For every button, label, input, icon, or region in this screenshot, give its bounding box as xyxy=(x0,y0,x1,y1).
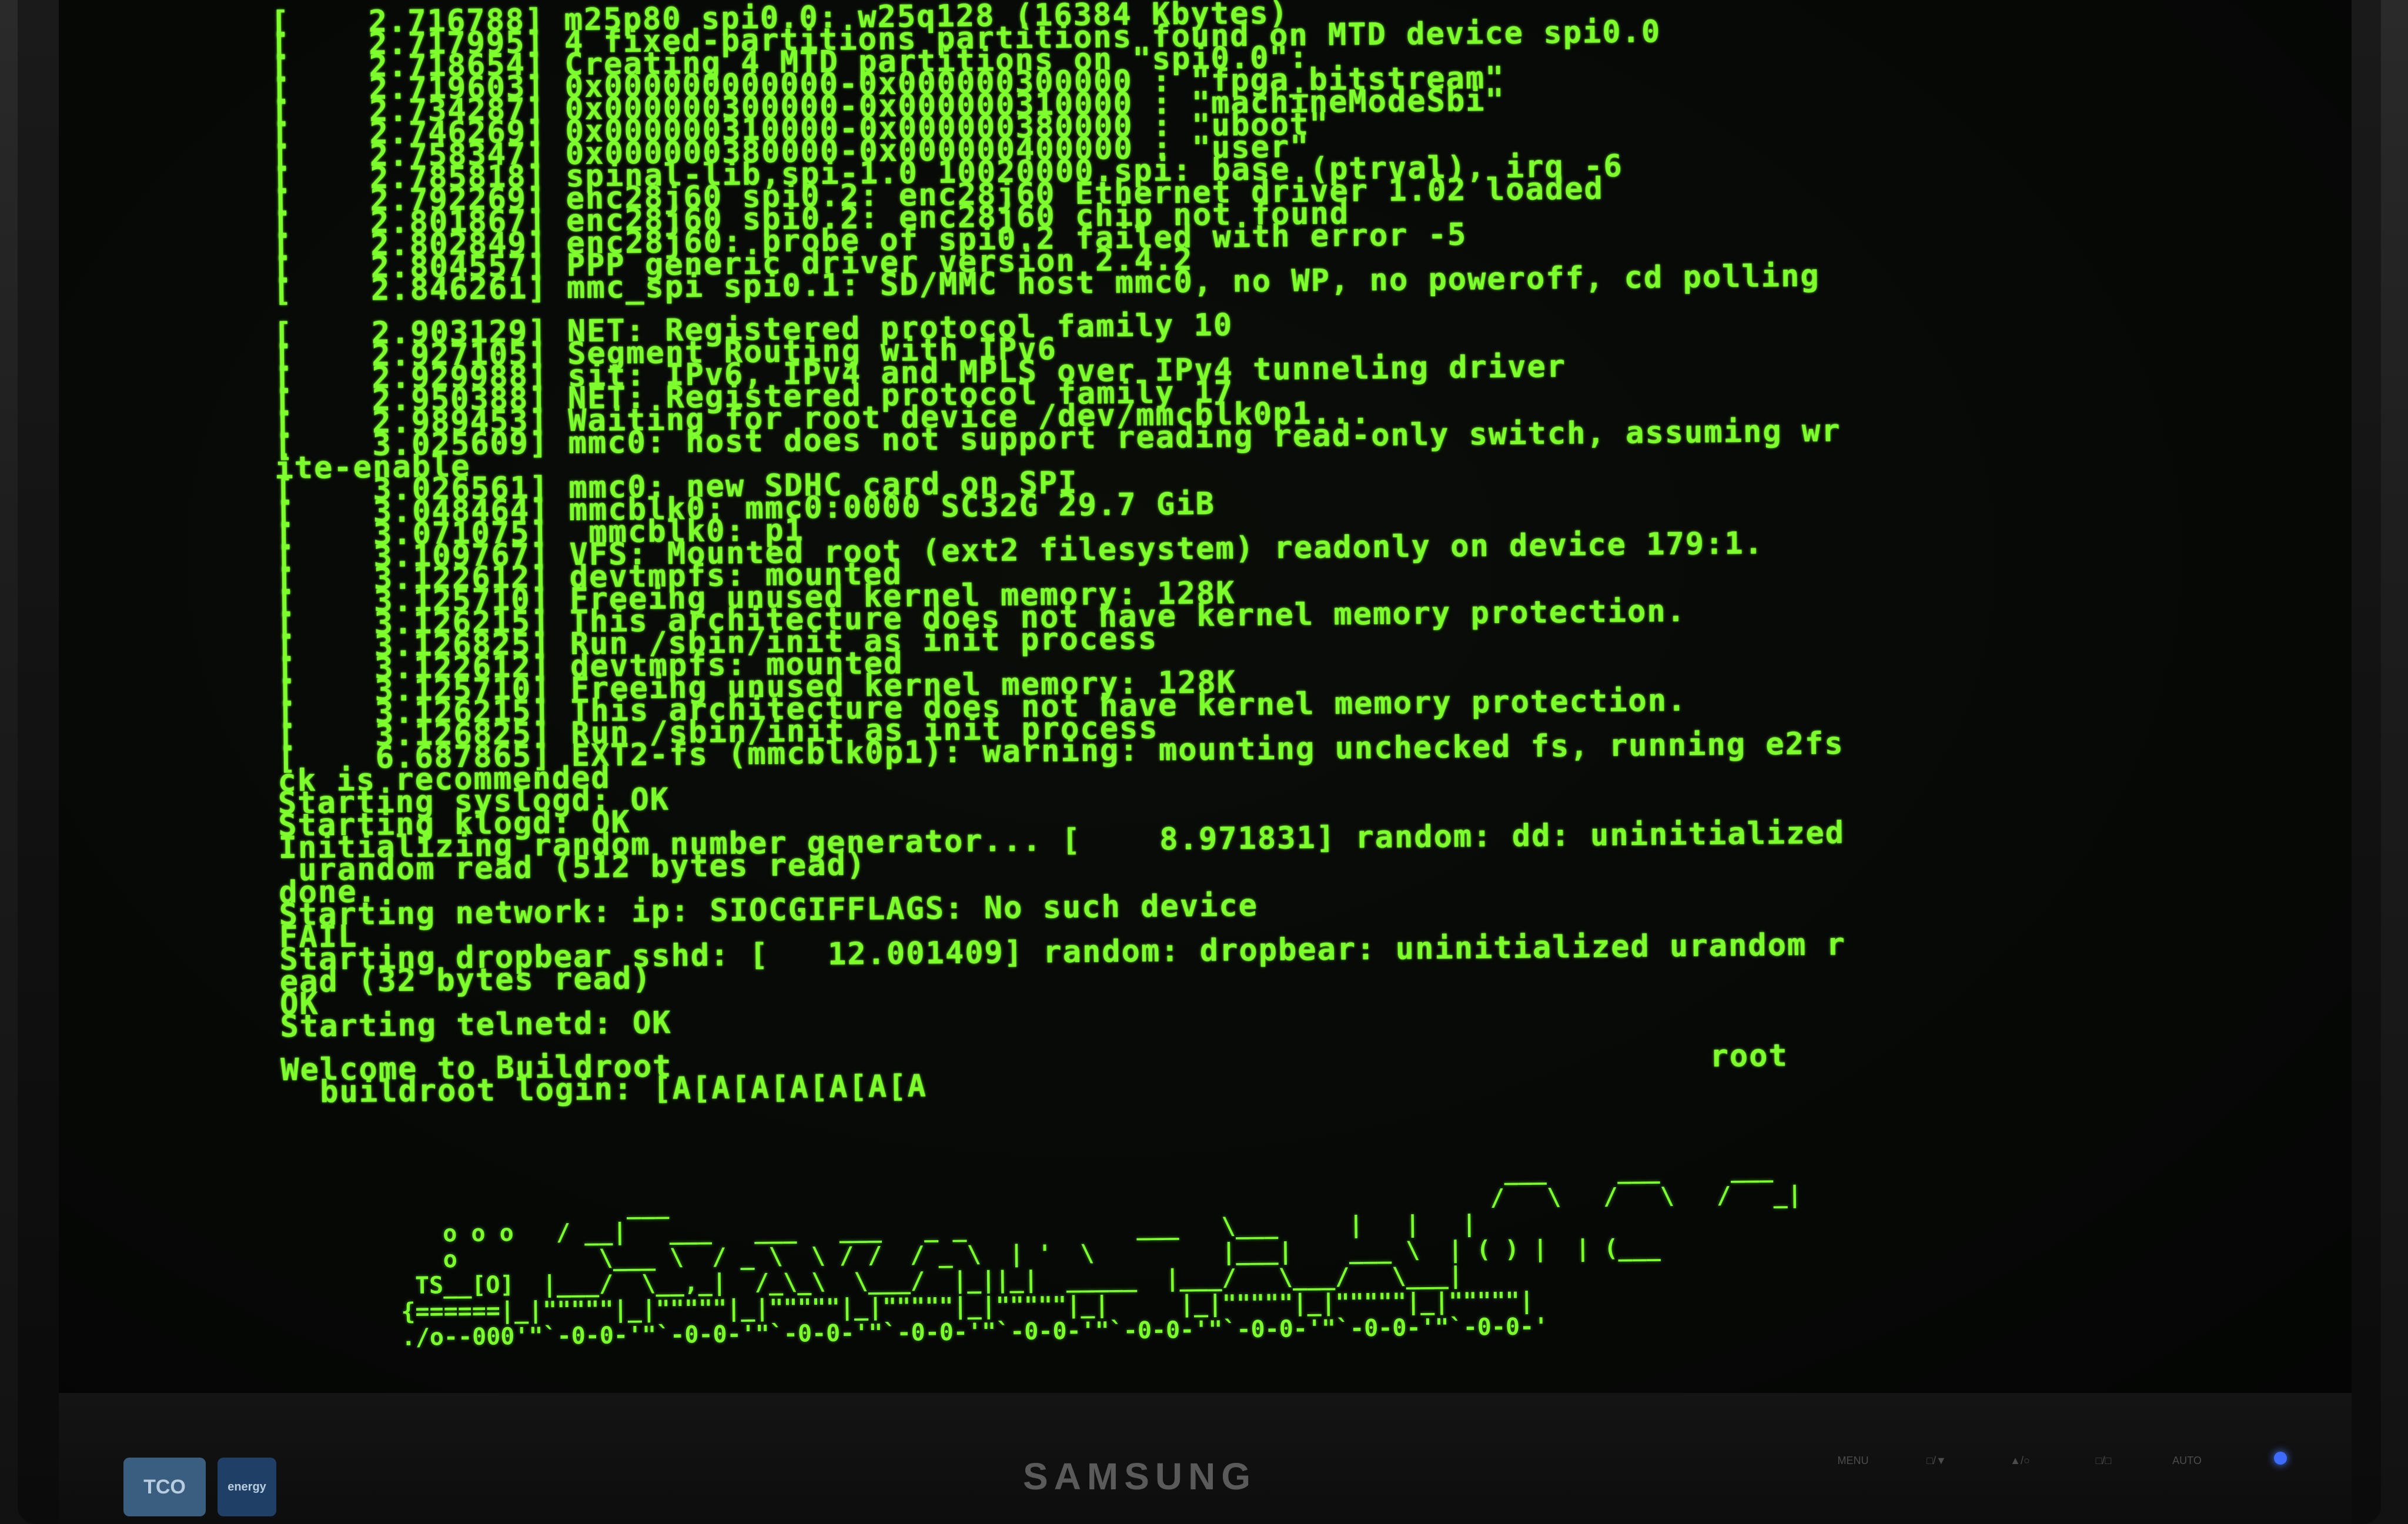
monitor-control-buttons: MENU □/▼ ▲/○ □/□ AUTO xyxy=(1834,1455,2206,1467)
monitor-screen[interactable]: [ 2.716788] m25p80 spi0.0: w25q128 (1638… xyxy=(59,0,2352,1393)
tco-certification-sticker: TCO xyxy=(123,1458,206,1516)
saxon-soc-ascii-art: ___ ___ ___ ___ / \ / \ / _| o o o / __|… xyxy=(400,1156,1803,1351)
energy-star-sticker: energy xyxy=(218,1458,276,1516)
menu-button[interactable]: MENU xyxy=(1834,1455,1872,1467)
brightness-up-button[interactable]: ▲/○ xyxy=(2001,1455,2039,1467)
power-led-icon xyxy=(2274,1452,2287,1465)
brand-logo: SAMSUNG xyxy=(1023,1455,1257,1498)
auto-button[interactable]: AUTO xyxy=(2168,1455,2206,1467)
source-button[interactable]: □/□ xyxy=(2085,1455,2122,1467)
brightness-down-button[interactable]: □/▼ xyxy=(1918,1455,1955,1467)
terminal-console[interactable]: [ 2.716788] m25p80 spi0.0: w25q128 (1638… xyxy=(270,0,2221,1110)
